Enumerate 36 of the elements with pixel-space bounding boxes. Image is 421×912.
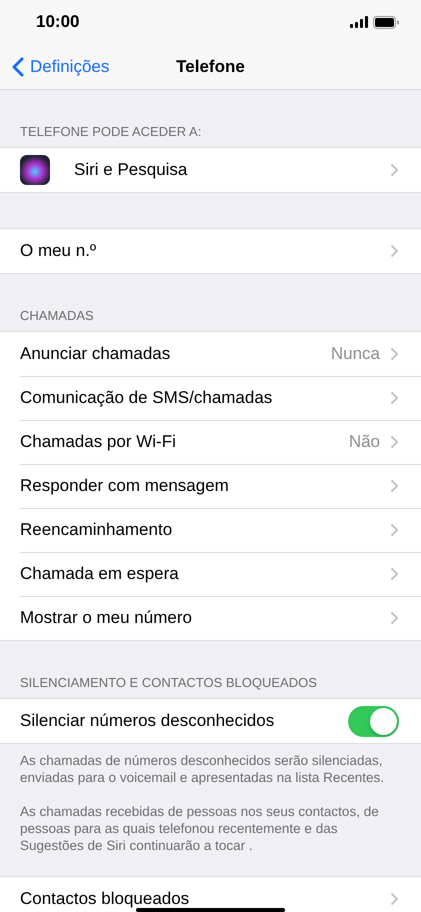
chevron-icon — [390, 567, 399, 581]
settings-row[interactable]: Responder com mensagem — [0, 464, 421, 508]
row-value: Nunca — [330, 344, 380, 364]
settings-row[interactable]: Siri e Pesquisa — [0, 148, 421, 192]
footer-note: As chamadas de números desconhecidos serão silenciadas, enviadas para o voicemail e apresentadas na lista Recentes. — [20, 752, 385, 786]
section-header: TELEFONE PODE ACEDER A: — [20, 124, 202, 139]
settings-row[interactable]: Comunicação de SMS/chamadas — [0, 376, 421, 420]
chevron-icon — [390, 244, 399, 258]
settings-row[interactable]: Chamadas por Wi-Fi Não — [0, 420, 421, 464]
settings-row[interactable]: Chamada em espera — [0, 552, 421, 596]
chevron-icon — [390, 391, 399, 405]
row-value: Não — [348, 432, 380, 452]
row-label: Silenciar números desconhecidos — [20, 711, 276, 731]
nav-title: Telefone — [176, 56, 245, 76]
app-icon — [20, 155, 50, 185]
footer-note: As chamadas recebidas de pessoas nos seus contactos, de pessoas para as quais telefonou recentemente e das Sugestões de Siri continuarão a tocar . — [20, 803, 380, 854]
chevron-icon — [390, 435, 399, 449]
battery-icon — [373, 16, 399, 28]
settings-row[interactable]: Reencaminhamento — [0, 508, 421, 552]
chevron-icon — [390, 523, 399, 537]
settings-row[interactable]: Mostrar o meu número — [0, 596, 421, 640]
settings-row[interactable]: O meu n.º — [0, 229, 421, 273]
chevron-icon — [390, 347, 399, 361]
chevron-icon — [390, 611, 399, 625]
chevron-icon — [390, 163, 399, 177]
settings-row[interactable]: Anunciar chamadas Nunca — [0, 332, 421, 376]
section-header: CHAMADAS — [20, 308, 94, 323]
back-button[interactable]: Definições — [0, 56, 110, 76]
chevron-icon — [390, 892, 399, 906]
status-time: 10:00 — [36, 12, 80, 32]
signal-icon — [350, 16, 368, 28]
toggle-switch[interactable] — [348, 706, 399, 736]
section-header: SILENCIAMENTO E CONTACTOS BLOQUEADOS — [20, 675, 317, 690]
back-icon — [12, 56, 24, 76]
settings-row[interactable]: Contactos bloqueados — [0, 877, 421, 912]
chevron-icon — [390, 479, 399, 493]
